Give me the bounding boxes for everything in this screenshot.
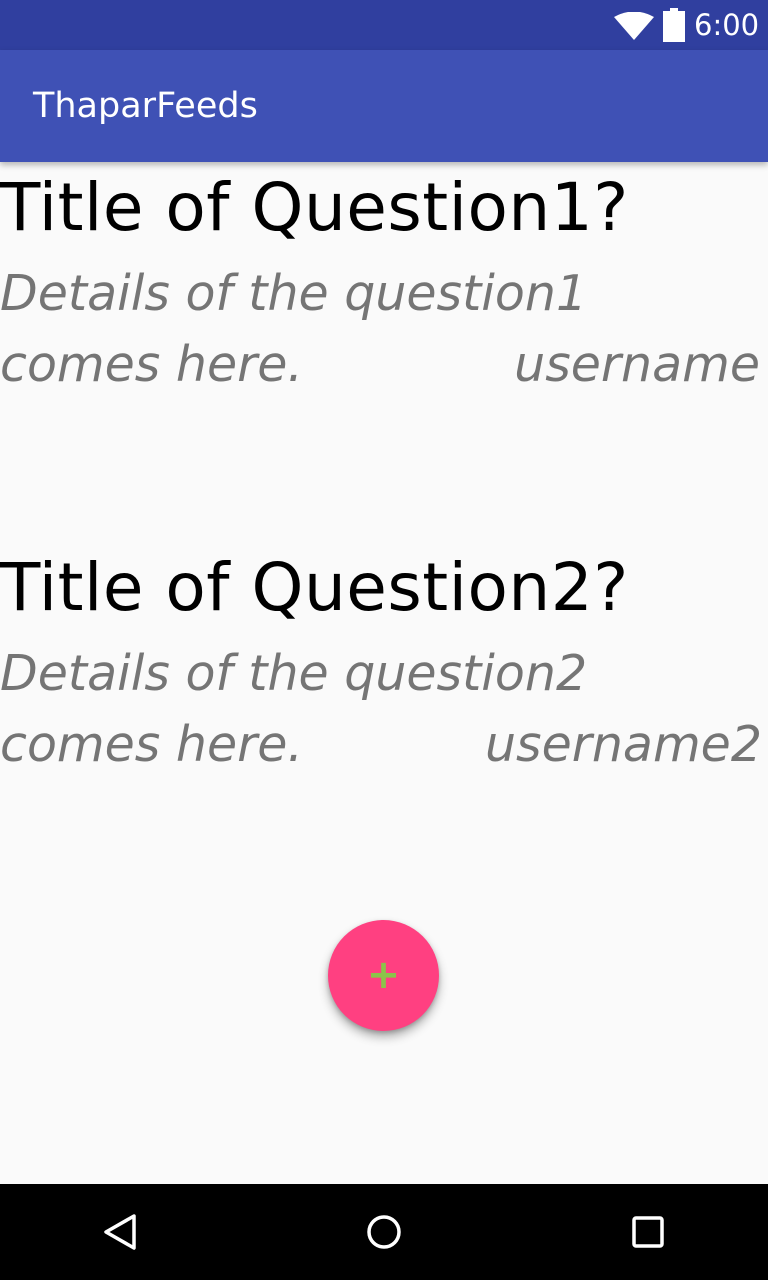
- back-icon: [104, 1214, 136, 1250]
- question-details-line2: comes here.: [0, 336, 303, 393]
- home-button[interactable]: [324, 1184, 444, 1280]
- question-title: Title of Question2?: [0, 549, 629, 626]
- recents-icon: [632, 1216, 664, 1248]
- plus-icon: +: [366, 952, 401, 998]
- question-title: Title of Question1?: [0, 169, 629, 246]
- add-question-button[interactable]: +: [328, 920, 439, 1031]
- wifi-icon: [614, 12, 654, 40]
- recents-button[interactable]: [588, 1184, 708, 1280]
- status-bar: 6:00: [0, 0, 768, 50]
- app-title: ThaparFeeds: [33, 86, 258, 126]
- screen: 6:00 ThaparFeeds Title of Question1? Det…: [0, 0, 768, 1280]
- question-details: Details of the question1 comes here.: [0, 258, 587, 400]
- question-username: username2: [484, 716, 762, 773]
- question-username: username: [514, 336, 760, 393]
- question-details-line2: comes here.: [0, 716, 303, 773]
- battery-icon: [663, 8, 685, 42]
- navigation-bar: [0, 1184, 768, 1280]
- question-details-line1: Details of the question2: [0, 645, 588, 702]
- app-bar: ThaparFeeds: [0, 50, 768, 162]
- status-clock: 6:00: [694, 8, 760, 42]
- back-button[interactable]: [60, 1184, 180, 1280]
- question-details-line1: Details of the question1: [0, 265, 588, 322]
- home-icon: [367, 1215, 401, 1249]
- question-details: Details of the question2 comes here.: [0, 638, 587, 780]
